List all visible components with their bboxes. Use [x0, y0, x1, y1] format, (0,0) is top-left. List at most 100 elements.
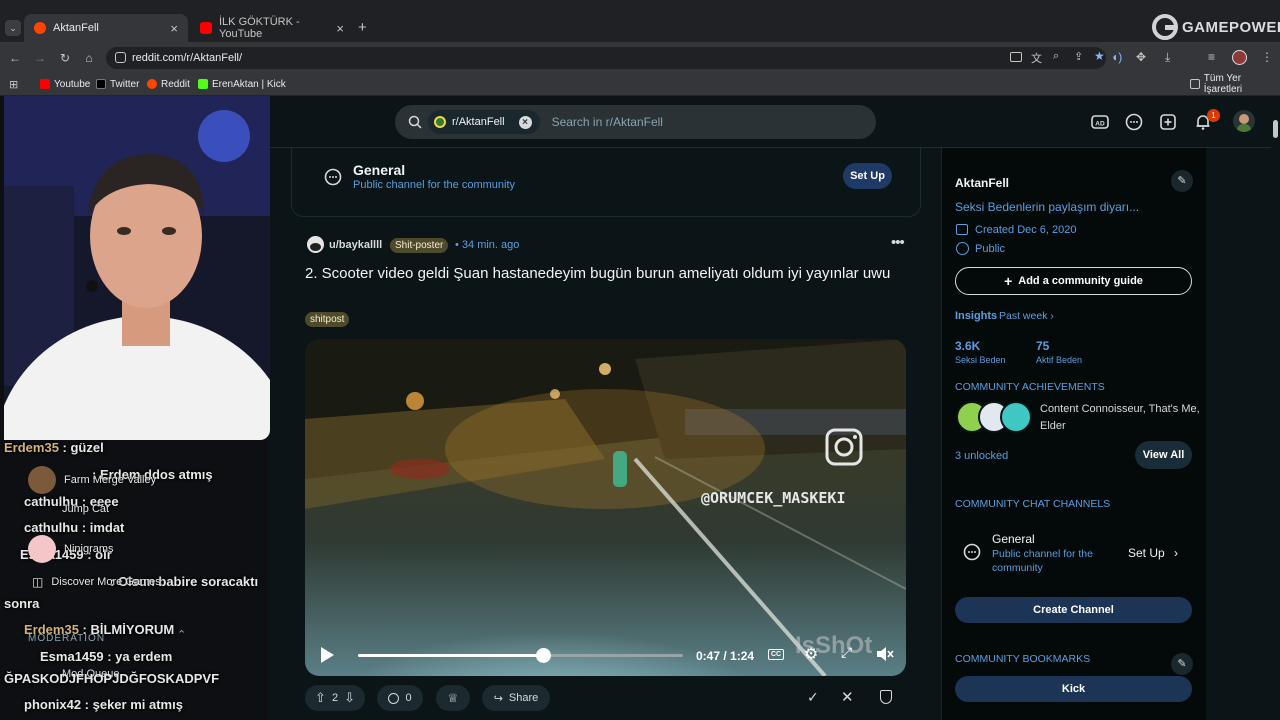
stat-active-label: Aktif Beden [1036, 355, 1083, 365]
chat-setup-button[interactable]: Set Up › [1128, 546, 1178, 560]
stat-members-value: 3.6K [955, 339, 981, 353]
reddit-favicon-icon [34, 22, 46, 34]
advertise-icon[interactable]: AD [1090, 112, 1110, 132]
video-player[interactable]: @ORUMCEK_MASKEKI IsShOt 0:47 / 1:24 CC ⚙… [305, 339, 906, 676]
page-scrollbar[interactable] [1271, 96, 1280, 720]
back-icon[interactable]: ← [7, 50, 23, 66]
kick-icon [198, 79, 208, 89]
apps-grid-icon[interactable]: ⊞ [9, 77, 18, 91]
chrome-menu-icon[interactable]: ⋮ [1261, 50, 1273, 64]
chat-icon[interactable] [1124, 112, 1144, 132]
reddit-icon [147, 79, 157, 89]
reading-list-icon[interactable]: ≡ [1208, 50, 1215, 64]
discover-more-games[interactable]: ◫ Discover More Games [32, 575, 161, 589]
collapse-chevron-icon[interactable]: ⌃ [177, 628, 186, 641]
bookmark-youtube[interactable]: Youtube [40, 77, 90, 91]
gamepower-watermark: GAMEPOWER [1152, 14, 1280, 40]
notification-badge: 1 [1207, 109, 1220, 122]
search-input[interactable]: Search in r/AktanFell [552, 115, 663, 129]
mute-icon[interactable] [876, 646, 894, 662]
translate-icon[interactable]: 文 [1031, 50, 1042, 66]
post-time: • 34 min. ago [455, 239, 520, 251]
downloads-icon[interactable]: ⤓ [1165, 50, 1170, 65]
bookmark-kick[interactable]: ErenAktan | Kick [198, 77, 286, 91]
subreddit-search-chip[interactable]: r/AktanFell × [428, 110, 540, 134]
bookmarks-bar: ⊞ Youtube Twitter Reddit ErenAktan | Kic… [0, 72, 1280, 96]
site-info-icon[interactable] [115, 52, 126, 63]
remove-icon[interactable]: ✕ [841, 688, 854, 706]
close-tab-icon[interactable]: × [170, 21, 178, 36]
reload-icon[interactable]: ↻ [57, 50, 73, 66]
edit-pencil-icon[interactable]: ✎ [1171, 170, 1193, 192]
game-item-jump-cat[interactable]: Jump Cat [34, 503, 109, 515]
achievements-list-line2: Elder [1040, 420, 1066, 432]
insights-range-dropdown[interactable]: Past week › [999, 310, 1054, 322]
post-options-icon[interactable]: ••• [891, 234, 905, 251]
cake-icon [956, 224, 968, 235]
forward-icon[interactable]: → [32, 50, 48, 66]
subreddit-avatar-icon [434, 116, 446, 128]
fullscreen-icon[interactable]: ⤢ [841, 644, 852, 661]
close-tab-icon[interactable]: × [336, 21, 344, 36]
community-description: Seksi Bedenlerin paylaşım diyarı... [955, 200, 1140, 214]
post-flair[interactable]: shitpost [305, 312, 350, 327]
downvote-icon[interactable]: ⇩ [344, 690, 355, 706]
captions-icon[interactable]: CC [768, 649, 784, 660]
profile-avatar-icon[interactable] [1232, 50, 1247, 65]
achievement-badge-icon [1000, 401, 1032, 433]
url-bar[interactable]: reddit.com/r/AktanFell/ 文 ⌕ ⇪ ★ [106, 47, 1106, 69]
bookmark-twitter[interactable]: Twitter [96, 77, 139, 91]
all-bookmarks[interactable]: Tüm Yer İşaretleri [1190, 73, 1280, 95]
home-icon[interactable]: ⌂ [81, 50, 97, 66]
mod-shield-icon[interactable] [880, 690, 892, 704]
post-author-avatar[interactable] [307, 236, 324, 253]
settings-gear-icon[interactable]: ⚙ [804, 644, 818, 664]
new-tab-button[interactable]: + [358, 19, 372, 36]
award-button[interactable]: ♕ [436, 685, 470, 711]
create-post-icon[interactable] [1158, 112, 1178, 132]
comments-button[interactable]: 0 [377, 685, 423, 711]
stat-active-value: 75 [1036, 339, 1050, 353]
share-button[interactable]: ↪ Share [482, 685, 550, 711]
chevron-right-icon: › [1174, 546, 1179, 560]
svg-text:AD: AD [1095, 121, 1105, 128]
play-icon[interactable] [319, 646, 335, 664]
tab-youtube[interactable]: İLK GÖKTÜRK - YouTube × [190, 14, 354, 42]
listen-extension-icon[interactable]: ◖) [1111, 50, 1122, 64]
video-progress-track[interactable] [358, 648, 683, 663]
tab-search-button[interactable]: ⌄ [5, 20, 21, 36]
globe-icon [956, 242, 969, 255]
bookmark-star-icon[interactable]: ★ [1094, 49, 1105, 63]
plus-icon: + [1004, 273, 1013, 289]
edit-bookmarks-icon[interactable]: ✎ [1171, 653, 1193, 675]
add-community-guide-button[interactable]: + Add a community guide [955, 267, 1192, 295]
bookmark-reddit[interactable]: Reddit [147, 77, 190, 91]
bookmarks-header: COMMUNITY BOOKMARKS [955, 653, 1091, 665]
post-title[interactable]: 2. Scooter video geldi Şuan hastanedeyim… [305, 263, 905, 284]
achievement-badges[interactable] [956, 401, 1036, 433]
install-icon[interactable] [1010, 52, 1022, 62]
mod-queue-link[interactable]: Mod Queue [62, 668, 119, 680]
scrollbar-thumb[interactable] [1273, 120, 1278, 138]
view-all-button[interactable]: View All [1135, 441, 1192, 469]
zoom-icon[interactable]: ⌕ [1053, 50, 1059, 63]
approve-icon[interactable]: ✓ [807, 689, 819, 706]
post-author[interactable]: u/baykallll [329, 239, 382, 251]
clear-chip-icon[interactable]: × [518, 115, 532, 129]
webcam-image [4, 96, 270, 440]
upvote-icon[interactable]: ⇧ [315, 690, 326, 706]
user-avatar[interactable] [1233, 110, 1255, 132]
game-item-farm-merge-valley[interactable]: Farm Merge Valley [28, 466, 156, 494]
create-channel-button[interactable]: Create Channel [955, 597, 1192, 623]
bookmark-kick-button[interactable]: Kick [955, 676, 1192, 702]
controller-icon: ◫ [32, 575, 44, 589]
tab-aktanfell[interactable]: AktanFell × [24, 14, 188, 42]
extensions-puzzle-icon[interactable]: ✥ [1136, 50, 1146, 64]
general-setup-button[interactable]: Set Up [843, 163, 892, 189]
share-page-icon[interactable]: ⇪ [1074, 50, 1083, 63]
game-item-ninigrams[interactable]: Ninigrams [28, 535, 114, 563]
vote-count: 2 [331, 692, 339, 704]
game-icon [28, 466, 56, 494]
achievements-list-line1: Content Connoisseur, That's Me, [1040, 403, 1200, 415]
search-bar[interactable]: r/AktanFell × Search in r/AktanFell [395, 105, 876, 139]
